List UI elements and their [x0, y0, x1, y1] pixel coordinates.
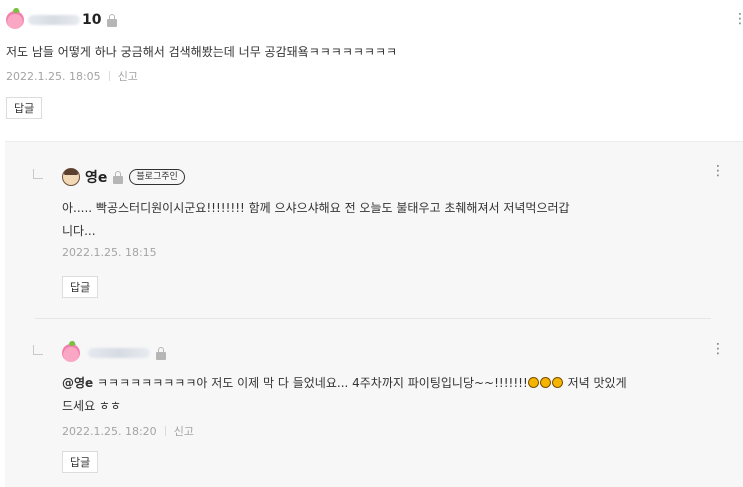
avatar-icon[interactable] [62, 344, 80, 362]
laughing-emoji-icon [551, 377, 563, 388]
comment-meta: 2022.1.25. 18:05 신고 [6, 68, 138, 84]
author-nickname[interactable]: 10 [82, 12, 101, 28]
lock-icon [156, 346, 166, 360]
mention-link[interactable]: @영e [62, 376, 93, 390]
laughing-emoji-icon [539, 377, 551, 388]
comment-author[interactable]: 10 [6, 9, 118, 31]
report-link[interactable]: 신고 [118, 68, 138, 84]
avatar-icon[interactable] [62, 168, 80, 186]
more-options-icon[interactable]: ⋮ [711, 164, 725, 178]
avatar-icon[interactable] [6, 11, 24, 29]
reply-text-part1: ㅋㅋㅋㅋㅋㅋㅋㅋㅋ아 저도 이제 막 다 들었네요... 4주차까지 파이팅입니… [93, 376, 528, 390]
reply-branch-icon [33, 345, 43, 355]
reply-branch-icon [33, 169, 43, 179]
reply-text-line1: 아..... 빡공스터디원이시군요!!!!!!!! 함께 으샤으샤해요 전 오늘… [62, 201, 570, 215]
more-options-icon[interactable]: ⋮ [733, 12, 743, 26]
reply-text-line2: 니다... [62, 224, 96, 238]
reply-button[interactable]: 답글 [62, 451, 99, 473]
reply-meta: 2022.1.25. 18:20 신고 [62, 423, 194, 439]
meta-separator [108, 71, 110, 81]
reply-author[interactable] [62, 342, 166, 364]
reply-text-line2: 드세요 ㅎㅎ [62, 399, 122, 413]
reply-text-line1: @영e ㅋㅋㅋㅋㅋㅋㅋㅋㅋ아 저도 이제 막 다 들었네요... 4주차까지 파… [62, 373, 627, 393]
lock-icon [113, 170, 124, 184]
reply-divider [35, 318, 711, 319]
comment-date: 2022.1.25. 18:05 [6, 69, 101, 83]
comment-text: 저도 남들 어떻게 하나 궁금해서 검색해봤는데 너무 공감돼욬ㅋㅋㅋㅋㅋㅋㅋㅋ [6, 45, 398, 59]
reply-button[interactable]: 답글 [62, 276, 99, 298]
reply-date: 2022.1.25. 18:15 [62, 246, 157, 259]
report-link[interactable]: 신고 [174, 423, 194, 439]
replies-section: 영e 블로그주인 ⋮ 아..... 빡공스터디원이시군요!!!!!!!! 함께 … [5, 141, 743, 487]
blurred-nickname [88, 348, 150, 358]
reply-text-part2: 저녁 맛있게 [563, 376, 627, 390]
meta-separator [164, 426, 166, 436]
reply-button[interactable]: 답글 [6, 97, 43, 119]
more-options-icon[interactable]: ⋮ [711, 342, 725, 356]
lock-icon [107, 13, 118, 27]
comment-item: 10 ⋮ 저도 남들 어떻게 하나 궁금해서 검색해봤는데 너무 공감돼욬ㅋㅋㅋ… [0, 0, 743, 141]
laughing-emoji-icon [527, 377, 539, 388]
blog-owner-badge: 블로그주인 [129, 169, 185, 185]
author-nickname[interactable]: 영e [85, 167, 107, 187]
reply-author[interactable]: 영e 블로그주인 [62, 166, 185, 188]
blurred-nickname [28, 15, 80, 25]
reply-date: 2022.1.25. 18:20 [62, 424, 157, 438]
